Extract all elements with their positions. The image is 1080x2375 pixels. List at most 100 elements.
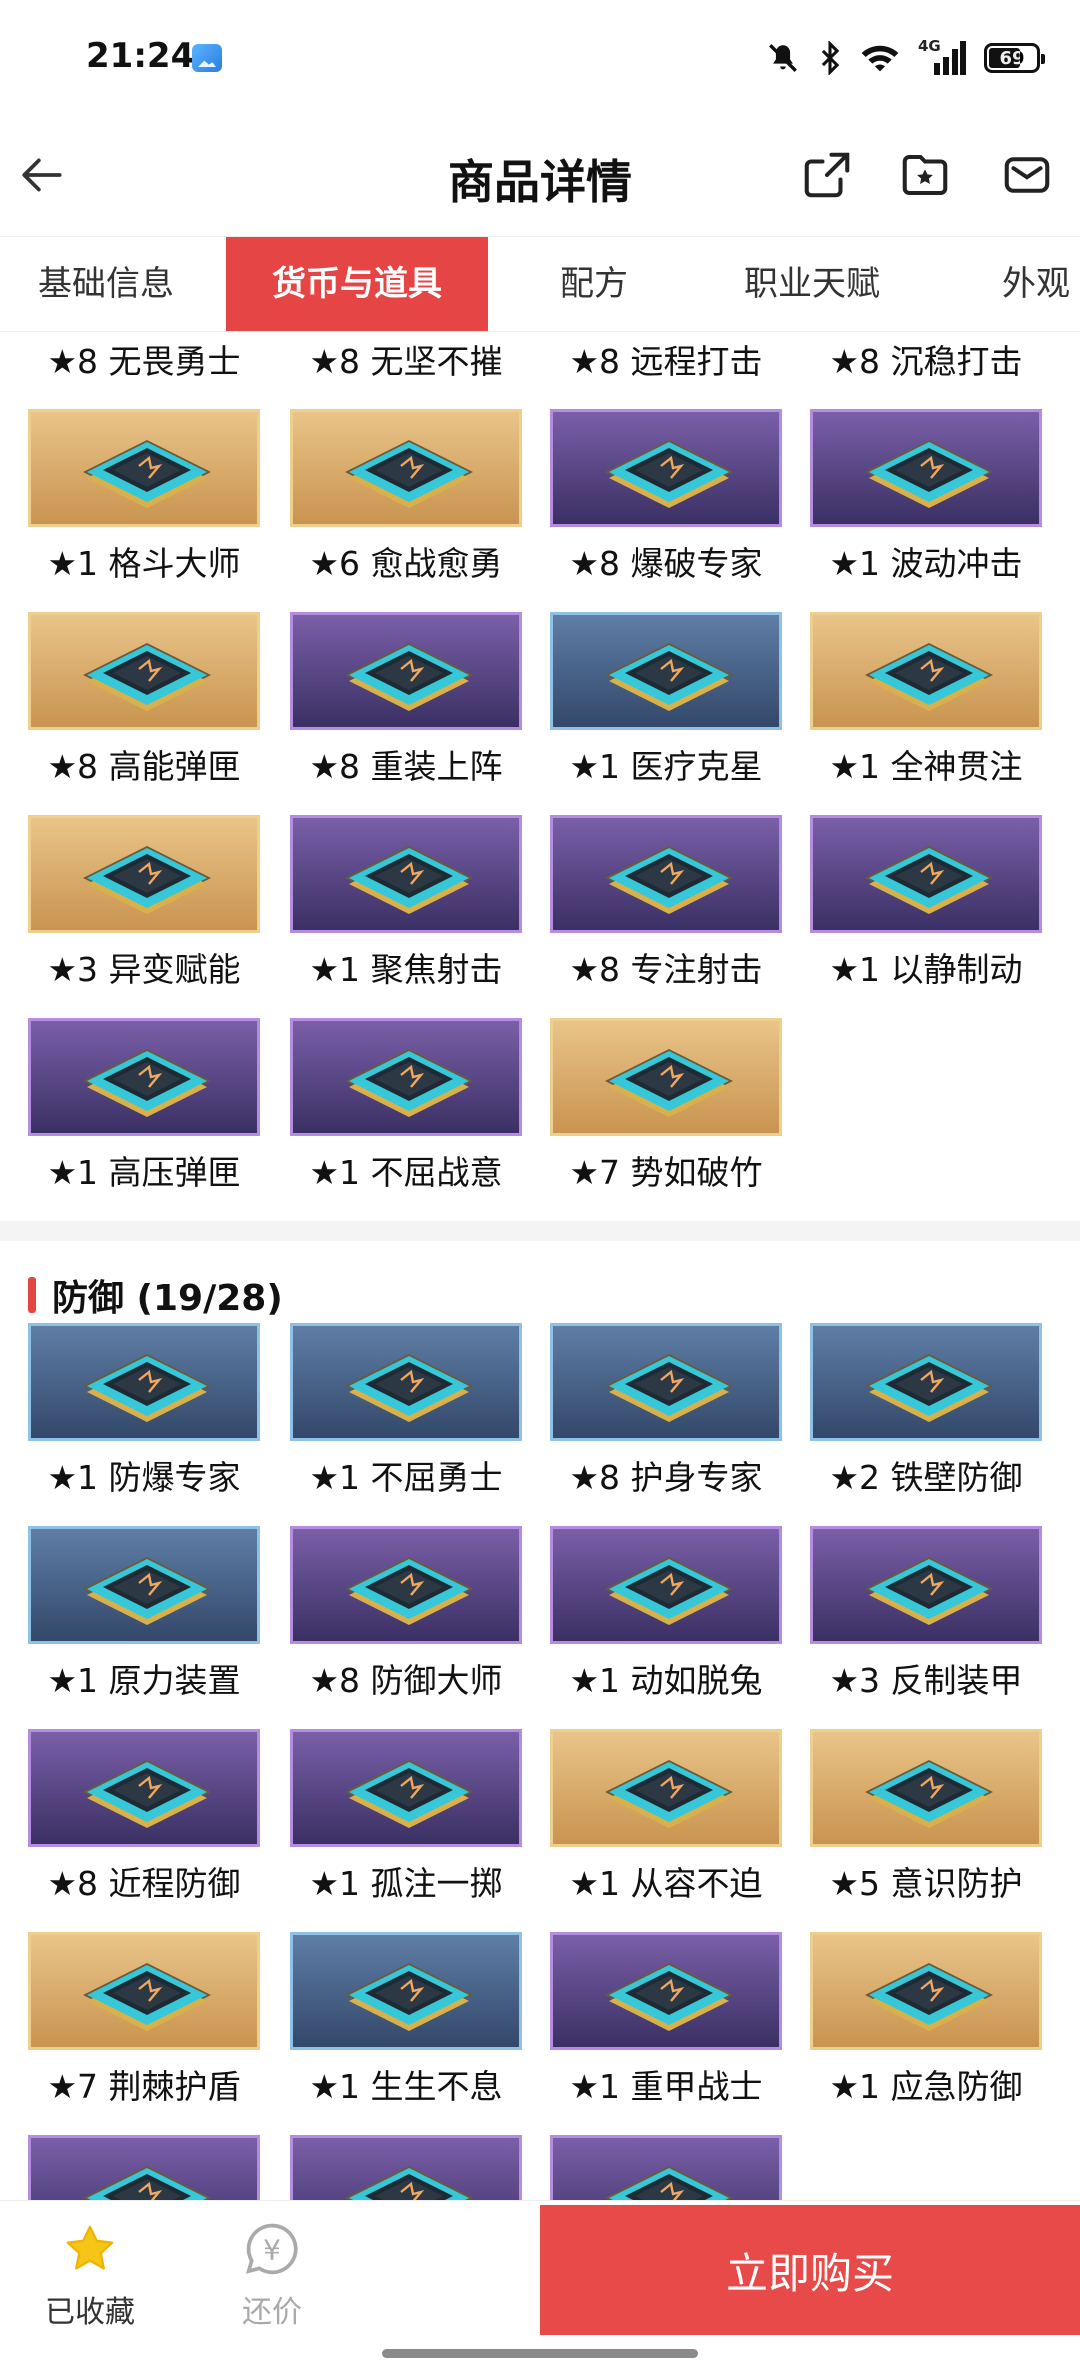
defense-item-label: ★1 动如脱兔 (569, 1661, 763, 1700)
defense-item-card[interactable] (290, 1729, 522, 1847)
defense-item-card[interactable] (28, 1932, 260, 2050)
category-tabs: 基础信息 货币与道具 配方 职业天赋 外观 (0, 236, 1080, 332)
talent-item-card[interactable] (550, 409, 782, 527)
module-chip-icon (345, 2166, 473, 2201)
defense-item-card[interactable] (290, 1932, 522, 2050)
talent-label: ★8 无畏勇士 (47, 342, 241, 381)
module-chip-icon (605, 2166, 733, 2201)
tab-recipes[interactable]: 配方 (560, 237, 628, 331)
defense-item-card[interactable] (290, 1323, 522, 1441)
message-icon[interactable] (1000, 148, 1054, 202)
talent-item-label: ★8 爆破专家 (569, 544, 763, 583)
defense-item-card[interactable] (810, 1323, 1042, 1441)
defense-item-card[interactable] (28, 1323, 260, 1441)
defense-item-card[interactable] (810, 1526, 1042, 1644)
defense-item-label: ★8 近程防御 (47, 1864, 241, 1903)
talent-item-card[interactable] (28, 612, 260, 730)
talent-item-card[interactable] (550, 612, 782, 730)
defense-item-label: ★1 重甲战士 (569, 2067, 763, 2106)
talent-item-label: ★3 异变赋能 (47, 950, 241, 989)
defense-item-label: ★8 防御大师 (309, 1661, 503, 1700)
defense-item-card[interactable] (290, 1526, 522, 1644)
module-chip-icon (865, 1354, 993, 1422)
defense-item-label: ★1 孤注一掷 (309, 1864, 503, 1903)
defense-item-label: ★1 防爆专家 (47, 1458, 241, 1497)
talent-item-label: ★6 愈战愈勇 (309, 544, 503, 583)
module-chip-icon (605, 1760, 733, 1828)
talent-item-card[interactable] (550, 1018, 782, 1136)
tab-currency-items[interactable]: 货币与道具 (226, 237, 488, 331)
module-chip-icon (345, 1557, 473, 1625)
talent-item-card[interactable] (290, 815, 522, 933)
tab-appearance[interactable]: 外观 (1002, 237, 1070, 331)
talent-item-card[interactable] (810, 409, 1042, 527)
module-chip-icon (345, 1354, 473, 1422)
module-chip-icon (865, 1557, 993, 1625)
module-chip-icon (83, 1760, 211, 1828)
defense-item-card[interactable] (550, 1526, 782, 1644)
module-chip-icon (345, 440, 473, 508)
yuan-symbol: ¥ (263, 2234, 281, 2267)
battery-level: 69 (999, 47, 1025, 69)
share-icon[interactable] (800, 148, 854, 202)
defense-item-label: ★2 铁壁防御 (829, 1458, 1023, 1497)
talent-item-label: ★8 高能弹匣 (47, 747, 241, 786)
module-chip-icon (345, 1963, 473, 2031)
defense-item-card[interactable] (810, 1932, 1042, 2050)
module-chip-icon (345, 643, 473, 711)
talent-item-card[interactable] (290, 1018, 522, 1136)
module-chip-icon (865, 846, 993, 914)
tab-talents[interactable]: 职业天赋 (744, 237, 880, 331)
defense-item-label: ★1 生生不息 (309, 2067, 503, 2106)
defense-item-card[interactable] (810, 1729, 1042, 1847)
module-chip-icon (83, 846, 211, 914)
favorite-button[interactable]: 已收藏 (40, 2221, 140, 2331)
module-chip-icon (83, 643, 211, 711)
defense-item-card[interactable] (290, 2135, 522, 2201)
status-icons: 4G 69 (766, 37, 1045, 78)
defense-item-card[interactable] (550, 1932, 782, 2050)
buy-now-button[interactable]: 立即购买 (540, 2205, 1080, 2335)
talent-item-card[interactable] (28, 409, 260, 527)
talent-item-label: ★7 势如破竹 (569, 1153, 763, 1192)
defense-item-card[interactable] (28, 1729, 260, 1847)
section-title-defense: 防御 (19/28) (28, 1273, 283, 1319)
module-chip-icon (605, 1963, 733, 2031)
module-chip-icon (605, 846, 733, 914)
module-chip-icon (83, 1963, 211, 2031)
talent-item-card[interactable] (290, 409, 522, 527)
defense-item-card[interactable] (28, 1526, 260, 1644)
defense-item-label: ★3 反制装甲 (829, 1661, 1023, 1700)
favorite-label: 已收藏 (45, 2295, 135, 2330)
defense-item-label: ★1 原力装置 (47, 1661, 241, 1700)
home-indicator (382, 2349, 698, 2358)
defense-item-card[interactable] (550, 2135, 782, 2201)
bargain-button[interactable]: ¥ 还价 (222, 2221, 322, 2331)
defense-item-label: ★1 不屈勇士 (309, 1458, 503, 1497)
talent-item-card[interactable] (28, 1018, 260, 1136)
talent-item-card[interactable] (810, 815, 1042, 933)
status-time: 21:24 (86, 36, 195, 76)
talent-item-label: ★1 高压弹匣 (47, 1153, 241, 1192)
section-divider (0, 1221, 1080, 1241)
defense-item-card[interactable] (550, 1729, 782, 1847)
module-chip-icon (605, 440, 733, 508)
defense-item-card[interactable] (550, 1323, 782, 1441)
module-chip-icon (345, 846, 473, 914)
talent-item-card[interactable] (810, 612, 1042, 730)
defense-item-label: ★1 从容不迫 (569, 1864, 763, 1903)
talent-item-card[interactable] (28, 815, 260, 933)
tab-basic-info[interactable]: 基础信息 (38, 237, 174, 331)
mute-bell-icon (769, 44, 797, 72)
talent-label: ★8 沉稳打击 (829, 342, 1023, 381)
favorite-folder-icon[interactable] (898, 148, 952, 202)
module-chip-icon (865, 440, 993, 508)
talent-item-label: ★1 以静制动 (829, 950, 1023, 989)
talent-label: ★8 无坚不摧 (309, 342, 503, 381)
defense-item-card[interactable] (28, 2135, 260, 2201)
status-bar: 21:24 4G 69 (0, 0, 1080, 110)
talent-item-label: ★1 聚焦射击 (309, 950, 503, 989)
cellular-signal-icon: 4G (918, 37, 966, 75)
talent-item-card[interactable] (550, 815, 782, 933)
talent-item-card[interactable] (290, 612, 522, 730)
